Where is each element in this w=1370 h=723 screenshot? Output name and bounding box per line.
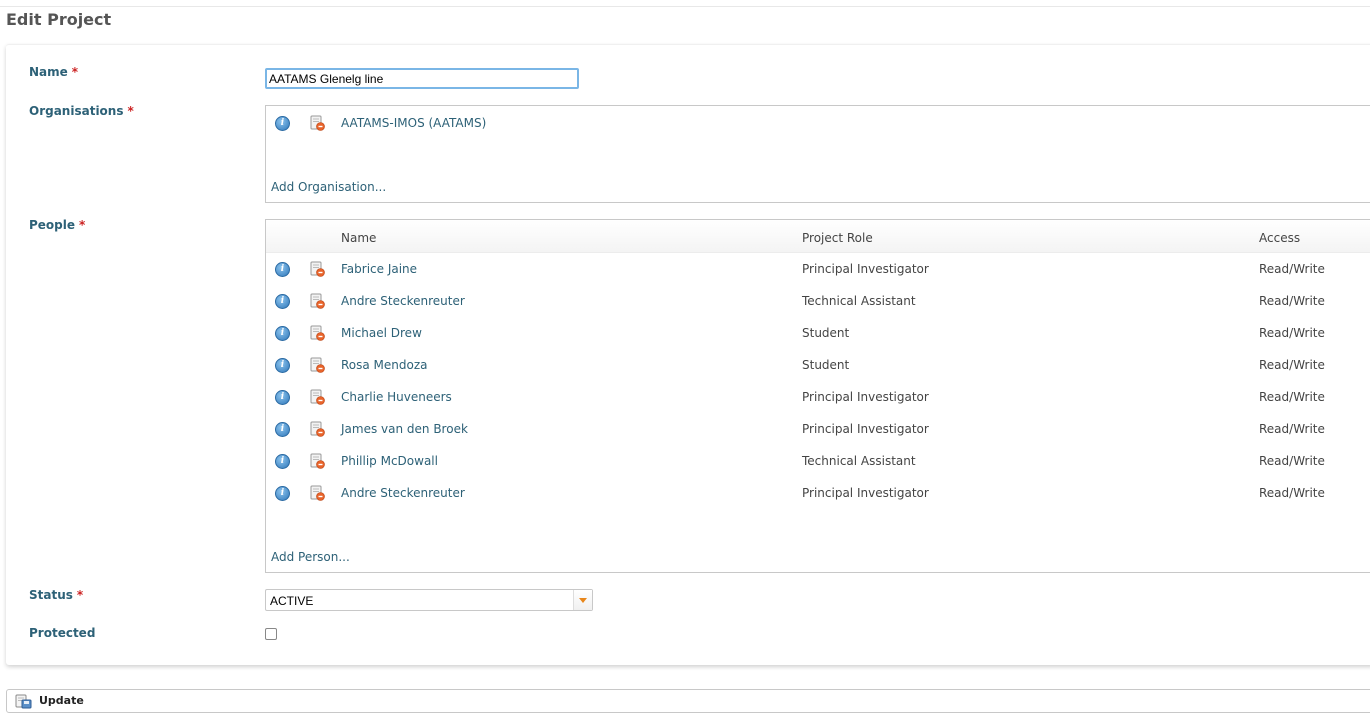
people-label: People * <box>29 218 85 232</box>
organisations-list: i AATAMS-IMOS (AATAMS) Add Organisation.… <box>265 105 1370 203</box>
info-icon[interactable]: i <box>275 422 290 437</box>
person-access: Read/Write <box>1259 422 1325 436</box>
people-label-text: People <box>29 218 76 232</box>
person-role: Principal Investigator <box>802 486 929 500</box>
person-role: Principal Investigator <box>802 422 929 436</box>
delete-icon[interactable] <box>309 453 325 469</box>
person-role: Technical Assistant <box>802 454 916 468</box>
status-label-text: Status <box>29 588 73 602</box>
person-name-link[interactable]: Michael Drew <box>341 326 422 340</box>
info-icon[interactable]: i <box>275 326 290 341</box>
person-name-link[interactable]: Fabrice Jaine <box>341 262 417 276</box>
person-name-link[interactable]: Rosa Mendoza <box>341 358 428 372</box>
status-select-value: ACTIVE <box>270 594 314 608</box>
person-access: Read/Write <box>1259 262 1325 276</box>
person-access: Read/Write <box>1259 294 1325 308</box>
people-table: Name Project Role Access i Fabrice Jaine… <box>265 219 1370 573</box>
delete-icon[interactable] <box>309 261 325 277</box>
info-icon[interactable]: i <box>275 358 290 373</box>
person-role: Technical Assistant <box>802 294 916 308</box>
person-access: Read/Write <box>1259 326 1325 340</box>
delete-icon[interactable] <box>309 485 325 501</box>
info-icon[interactable]: i <box>275 454 290 469</box>
required-mark: * <box>127 104 134 118</box>
column-header-role: Project Role <box>802 231 873 245</box>
organisations-label: Organisations * <box>29 104 134 118</box>
delete-icon[interactable] <box>309 115 325 131</box>
required-mark: * <box>71 65 79 79</box>
organisations-label-text: Organisations <box>29 104 124 118</box>
name-label-text: Name <box>29 65 68 79</box>
delete-icon[interactable] <box>309 357 325 373</box>
update-icon <box>15 694 32 709</box>
column-header-access: Access <box>1259 231 1301 245</box>
action-bar: Update <box>6 689 1370 713</box>
protected-label: Protected <box>29 626 95 640</box>
column-header-name: Name <box>341 231 377 245</box>
delete-icon[interactable] <box>309 325 325 341</box>
person-name-link[interactable]: Phillip McDowall <box>341 454 438 468</box>
person-access: Read/Write <box>1259 486 1325 500</box>
organisation-link[interactable]: AATAMS-IMOS (AATAMS) <box>341 116 486 130</box>
status-select[interactable]: ACTIVE <box>265 589 593 611</box>
delete-icon[interactable] <box>309 389 325 405</box>
delete-icon[interactable] <box>309 293 325 309</box>
protected-label-text: Protected <box>29 626 96 640</box>
info-icon[interactable]: i <box>275 262 290 277</box>
person-name-link[interactable]: Charlie Huveneers <box>341 390 452 404</box>
person-role: Principal Investigator <box>802 262 929 276</box>
info-icon[interactable]: i <box>275 294 290 309</box>
top-divider <box>0 6 1370 7</box>
person-name-link[interactable]: Andre Steckenreuter <box>341 294 465 308</box>
people-table-header: Name Project Role Access <box>266 220 1370 253</box>
add-person-link[interactable]: Add Person... <box>271 550 350 564</box>
required-mark: * <box>76 588 84 602</box>
name-input[interactable] <box>265 68 579 89</box>
required-mark: * <box>79 218 86 232</box>
info-icon[interactable]: i <box>275 486 290 501</box>
status-label: Status * <box>29 588 83 602</box>
protected-checkbox[interactable] <box>265 628 277 640</box>
person-role: Principal Investigator <box>802 390 929 404</box>
chevron-down-icon[interactable] <box>573 590 592 610</box>
update-button-label: Update <box>39 694 84 707</box>
person-access: Read/Write <box>1259 358 1325 372</box>
person-name-link[interactable]: James van den Broek <box>341 422 468 436</box>
name-label: Name * <box>29 65 78 79</box>
info-icon[interactable]: i <box>275 116 290 131</box>
delete-icon[interactable] <box>309 421 325 437</box>
person-access: Read/Write <box>1259 454 1325 468</box>
person-name-link[interactable]: Andre Steckenreuter <box>341 486 465 500</box>
page-title: Edit Project <box>6 10 112 29</box>
add-organisation-link[interactable]: Add Organisation... <box>271 180 386 194</box>
person-role: Student <box>802 326 850 340</box>
person-access: Read/Write <box>1259 390 1325 404</box>
info-icon[interactable]: i <box>275 390 290 405</box>
person-role: Student <box>802 358 850 372</box>
